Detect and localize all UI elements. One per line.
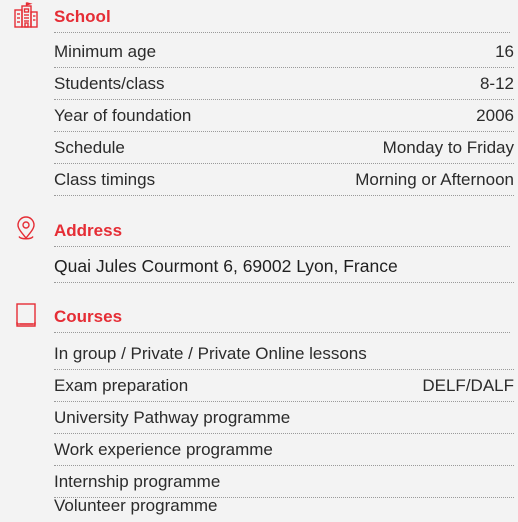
info-row-schedule: Schedule Monday to Friday [54,132,514,164]
address-row: Quai Jules Courmont 6, 69002 Lyon, Franc… [54,251,514,283]
course-row-volunteer: Volunteer programme [54,490,514,522]
row-value: Monday to Friday [382,137,514,157]
location-pin-icon [14,216,38,242]
row-label: Students/class [54,73,165,93]
address-section-header: Address [0,216,514,248]
row-value: 16 [495,41,514,61]
row-label: University Pathway programme [54,407,291,427]
row-label: Schedule [54,137,125,157]
row-label: Minimum age [54,41,157,61]
row-label: Work experience programme [54,439,273,459]
school-section-title: School [54,7,111,26]
school-info-panel: School Minimum age 16 Students/class 8-1… [0,0,518,522]
course-row-exam-preparation: Exam preparation DELF/DALF [54,370,514,402]
divider [54,32,510,33]
divider [54,332,510,333]
row-value: DELF/DALF [422,375,514,395]
row-value: Morning or Afternoon [355,169,514,189]
info-row-class-timings: Class timings Morning or Afternoon [54,164,514,196]
info-row-students-class: Students/class 8-12 [54,68,514,100]
courses-section-header: Courses [0,302,514,334]
row-value: 2006 [476,105,514,125]
info-row-year-of-foundation: Year of foundation 2006 [54,100,514,132]
address-text: Quai Jules Courmont 6, 69002 Lyon, Franc… [54,256,398,276]
row-label: Volunteer programme [54,496,218,515]
row-label: Year of foundation [54,105,192,125]
school-section-header: School [0,2,514,34]
info-row-minimum-age: Minimum age 16 [54,36,514,68]
row-label: In group / Private / Private Online less… [54,343,367,363]
row-label: Exam preparation [54,375,189,395]
courses-section-title: Courses [54,307,123,326]
course-row-group-private-online: In group / Private / Private Online less… [54,338,514,370]
row-label: Class timings [54,169,156,189]
row-value: 8-12 [479,73,514,93]
book-icon [14,302,38,328]
school-building-icon [14,2,38,28]
address-section-title: Address [54,221,123,240]
row-label: Internship programme [54,471,221,491]
course-row-work-experience: Work experience programme [54,434,514,466]
divider [54,246,510,247]
course-row-university-pathway: University Pathway programme [54,402,514,434]
